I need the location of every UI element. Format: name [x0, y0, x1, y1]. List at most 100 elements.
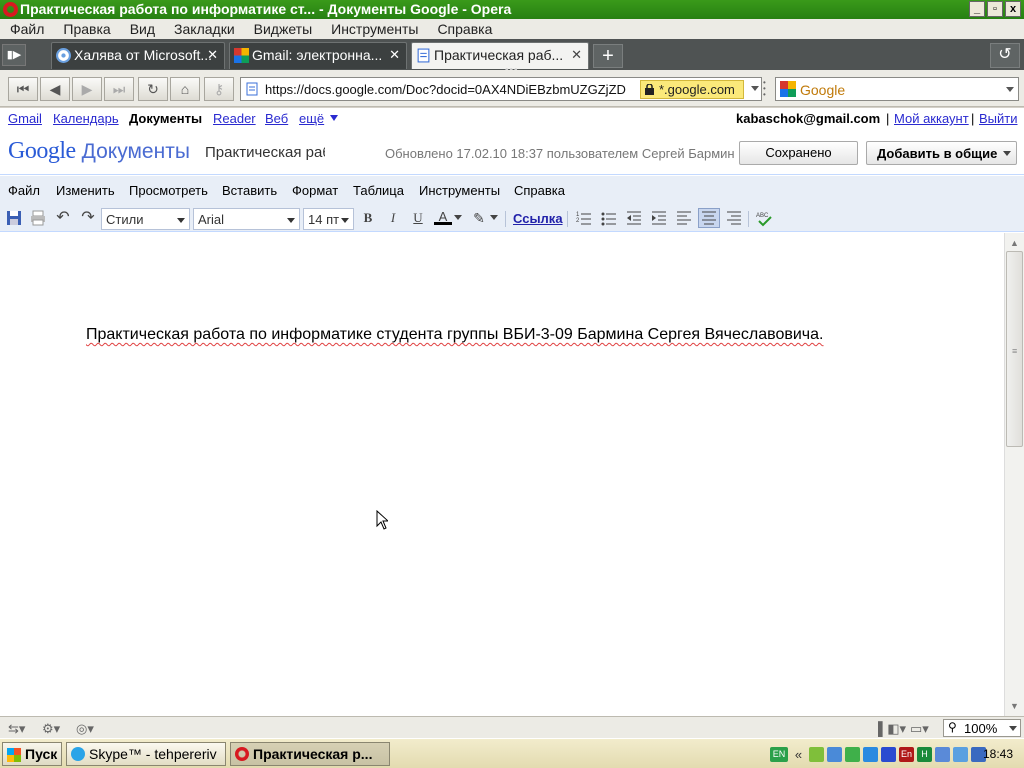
size-select[interactable]: 14 пт: [303, 208, 354, 230]
tray-keyboard-icon[interactable]: En: [899, 746, 914, 762]
spellcheck-icon[interactable]: ABC: [755, 209, 773, 227]
redo-icon[interactable]: ↷: [79, 209, 97, 227]
docs-menu-edit[interactable]: Изменить: [56, 183, 115, 198]
font-select[interactable]: Arial: [193, 208, 300, 230]
numbered-list-icon[interactable]: 12: [575, 209, 593, 227]
gbar-web-link[interactable]: Веб: [265, 111, 288, 126]
search-dropdown-icon[interactable]: [1006, 87, 1014, 92]
chevron-down-icon[interactable]: [490, 215, 498, 220]
tray-network-icon[interactable]: [935, 746, 950, 762]
document-page[interactable]: Практическая работа по информатике студе…: [0, 233, 1004, 716]
bulleted-list-icon[interactable]: [600, 209, 618, 227]
widgets-icon[interactable]: ◎▾: [76, 721, 94, 737]
align-left-icon[interactable]: [675, 209, 693, 227]
saved-button[interactable]: Сохранено: [739, 141, 858, 165]
save-icon[interactable]: [5, 209, 23, 227]
tray-app-icon[interactable]: [809, 746, 824, 762]
docs-menu-table[interactable]: Таблица: [353, 183, 404, 198]
docs-menu-file[interactable]: Файл: [8, 183, 40, 198]
print-icon[interactable]: [29, 209, 47, 227]
scroll-up-icon[interactable]: ▲: [1005, 235, 1024, 251]
chevron-down-icon[interactable]: [454, 215, 462, 220]
insert-link-button[interactable]: Ссылка: [513, 211, 563, 226]
italic-button[interactable]: I: [384, 209, 402, 227]
bold-button[interactable]: B: [359, 209, 377, 227]
turbo-icon[interactable]: ⇆▾: [8, 721, 25, 737]
share-button[interactable]: Добавить в общие: [866, 141, 1017, 165]
tab-microsoft[interactable]: Халява от Microsoft... ✕: [51, 42, 225, 69]
minimize-button[interactable]: _: [969, 1, 985, 17]
document-paragraph[interactable]: Практическая работа по информатике студе…: [86, 326, 823, 344]
gbar-reader-link[interactable]: Reader: [213, 111, 256, 126]
gbar-more-link[interactable]: ещё: [299, 111, 324, 126]
tab-close-icon[interactable]: ✕: [207, 47, 218, 63]
undo-icon[interactable]: ↶: [54, 209, 72, 227]
closed-tabs-button[interactable]: ↺: [990, 43, 1020, 68]
menu-help[interactable]: Справка: [437, 21, 492, 37]
align-right-icon[interactable]: [725, 209, 743, 227]
more-arrow-icon[interactable]: [330, 115, 338, 121]
docs-menu-format[interactable]: Формат: [292, 183, 338, 198]
docs-menu-view[interactable]: Просмотреть: [129, 183, 208, 198]
wand-button[interactable]: ⚷: [204, 77, 234, 101]
vertical-scrollbar[interactable]: ▲ ≡ ▼: [1004, 233, 1024, 716]
new-tab-button[interactable]: +: [593, 44, 623, 68]
security-badge[interactable]: *.google.com: [640, 80, 744, 99]
taskbar-item-opera[interactable]: Практическая р...: [230, 742, 390, 766]
taskbar-item-skype[interactable]: Skype™ - tehpereriv: [66, 742, 226, 766]
logout-link[interactable]: Выйти: [979, 111, 1018, 126]
search-field[interactable]: Google: [775, 77, 1019, 101]
panel-toggle-button[interactable]: ▮▶: [2, 44, 26, 66]
start-button[interactable]: Пуск: [2, 742, 62, 766]
tray-app-icon[interactable]: [845, 746, 860, 762]
tray-app-icon[interactable]: H: [917, 746, 932, 762]
google-docs-logo[interactable]: Google Документы: [8, 138, 190, 165]
panel-icon[interactable]: ▌◧▾: [878, 721, 906, 737]
tray-app-icon[interactable]: [953, 746, 968, 762]
text-color-button[interactable]: A: [434, 209, 452, 225]
style-select[interactable]: Стили: [101, 208, 190, 230]
tab-document[interactable]: Практическая раб... ✕: [411, 42, 589, 69]
image-display-icon[interactable]: ▭▾: [910, 721, 929, 737]
tray-expand-icon[interactable]: «: [791, 747, 806, 762]
menu-edit[interactable]: Правка: [63, 21, 110, 37]
fast-forward-button[interactable]: ⏭: [104, 77, 134, 101]
home-button[interactable]: ⌂: [170, 77, 200, 101]
highlight-color-icon[interactable]: ✎: [470, 209, 488, 227]
tab-close-icon[interactable]: ✕: [571, 47, 582, 63]
menu-view[interactable]: Вид: [130, 21, 155, 37]
menu-tools[interactable]: Инструменты: [331, 21, 418, 37]
tray-skype-icon[interactable]: [863, 746, 878, 762]
tab-gmail[interactable]: Gmail: электронна... ✕: [229, 42, 407, 69]
unite-icon[interactable]: ⚙▾: [42, 721, 60, 737]
address-dropdown-icon[interactable]: [751, 86, 759, 91]
rewind-button[interactable]: ⏮: [8, 77, 38, 101]
forward-button[interactable]: ▶: [72, 77, 102, 101]
address-bar[interactable]: https://docs.google.com/Doc?docid=0AX4ND…: [240, 77, 762, 101]
toolbar-grip-icon[interactable]: • • •: [763, 79, 769, 100]
docs-menu-tools[interactable]: Инструменты: [419, 183, 500, 198]
gbar-calendar-link[interactable]: Календарь: [53, 111, 119, 126]
menu-bookmarks[interactable]: Закладки: [174, 21, 235, 37]
my-account-link[interactable]: Мой аккаунт: [894, 111, 969, 126]
document-title[interactable]: Практическая раб: [205, 144, 325, 161]
docs-menu-insert[interactable]: Вставить: [222, 183, 277, 198]
url-text[interactable]: https://docs.google.com/Doc?docid=0AX4ND…: [265, 82, 639, 97]
scrollbar-thumb[interactable]: ≡: [1006, 251, 1023, 447]
decrease-indent-icon[interactable]: [625, 209, 643, 227]
maximize-button[interactable]: ▫: [987, 1, 1003, 17]
language-indicator[interactable]: EN: [770, 746, 788, 762]
underline-button[interactable]: U: [409, 209, 427, 227]
docs-menu-help[interactable]: Справка: [514, 183, 565, 198]
menu-widgets[interactable]: Виджеты: [254, 21, 313, 37]
tray-network-icon[interactable]: [827, 746, 842, 762]
menu-file[interactable]: Файл: [10, 21, 44, 37]
increase-indent-icon[interactable]: [650, 209, 668, 227]
back-button[interactable]: ◀: [40, 77, 70, 101]
tab-close-icon[interactable]: ✕: [389, 47, 400, 63]
zoom-select[interactable]: ⚲ 100%: [943, 719, 1021, 737]
reload-button[interactable]: ↻: [138, 77, 168, 101]
align-center-icon[interactable]: [698, 208, 720, 228]
scroll-down-icon[interactable]: ▼: [1005, 698, 1024, 714]
close-window-button[interactable]: x: [1005, 1, 1021, 17]
